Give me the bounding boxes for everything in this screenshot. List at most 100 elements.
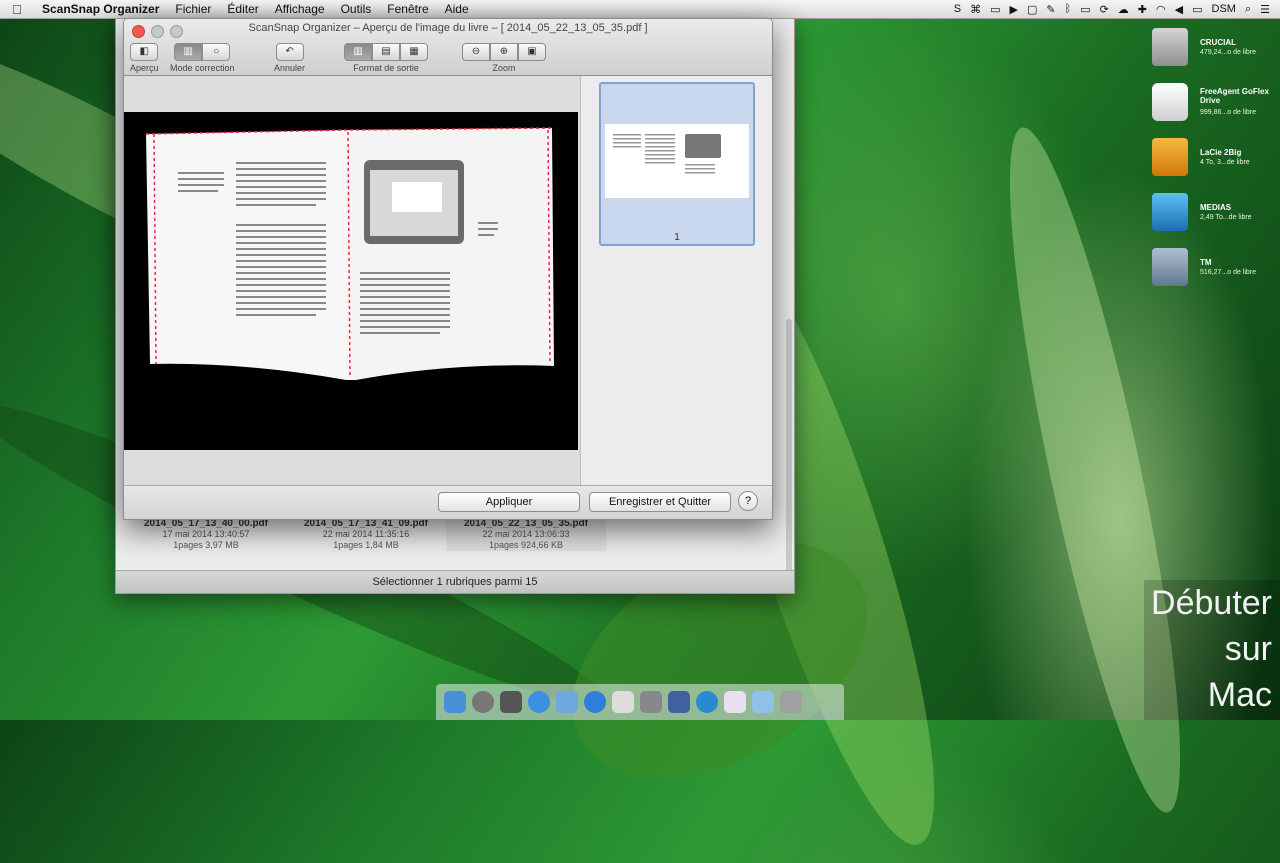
dock xyxy=(436,684,844,720)
drive-name: LaCie 2Big xyxy=(1200,148,1242,157)
watermark-line: sur xyxy=(1224,630,1272,668)
drive-tm[interactable]: TM 516,27...o de libre xyxy=(1148,244,1280,299)
user-name[interactable]: DSM xyxy=(1212,3,1236,15)
cloud-icon[interactable]: ☁ xyxy=(1118,3,1129,16)
format-spread-button[interactable]: ▥ xyxy=(344,43,372,61)
drive-info: 516,27...o de libre xyxy=(1200,269,1257,276)
menu-editer[interactable]: Éditer xyxy=(219,2,266,16)
mail-icon[interactable] xyxy=(556,691,578,713)
folder-icon[interactable] xyxy=(752,691,774,713)
apply-button[interactable]: Appliquer xyxy=(438,492,580,512)
wifi-icon[interactable]: ◠ xyxy=(1156,3,1166,16)
menu-fenetre[interactable]: Fenêtre xyxy=(379,2,436,16)
format-sortie-group: ▥ ▤ ▦ Format de sortie xyxy=(344,43,428,73)
command-icon[interactable]: ⌘ xyxy=(970,3,981,16)
save-and-quit-button[interactable]: Enregistrer et Quitter xyxy=(589,492,731,512)
drive-info: 999,86...o de libre xyxy=(1200,109,1257,116)
page-thumbnail[interactable]: 1 xyxy=(599,82,755,246)
help-button[interactable]: ? xyxy=(738,491,758,511)
screen-icon[interactable]: ▭ xyxy=(990,3,1000,16)
trash-icon[interactable] xyxy=(780,691,802,713)
book-preview-image[interactable] xyxy=(124,112,578,450)
watermark-line: Mac xyxy=(1207,676,1272,714)
watermark: Débuter sur Mac xyxy=(1144,580,1280,720)
scanner-icon[interactable] xyxy=(668,691,690,713)
menu-app[interactable]: ScanSnap Organizer xyxy=(34,2,167,16)
file-item[interactable]: 2014_05_17_13_40_00.pdf 17 mai 2014 13:4… xyxy=(126,516,286,551)
menu-aide[interactable]: Aide xyxy=(437,2,477,16)
scansnap-icon[interactable]: S xyxy=(954,3,961,15)
format-page-button[interactable]: ▤ xyxy=(372,43,400,61)
thumbnail-book-image xyxy=(605,124,749,198)
apple-menu-icon[interactable]:  xyxy=(0,2,34,17)
status-bar: Sélectionner 1 rubriques parmi 15 xyxy=(116,570,794,593)
search-icon[interactable]: ⌕ xyxy=(1245,3,1251,16)
app-store-icon[interactable] xyxy=(584,691,606,713)
finder-icon[interactable] xyxy=(444,691,466,713)
file-date: 22 mai 2014 11:35:16 xyxy=(322,529,410,539)
file-item[interactable]: 2014_05_22_13_05_35.pdf 22 mai 2014 13:0… xyxy=(446,516,606,551)
monitor-icon[interactable]: ▭ xyxy=(1192,3,1202,16)
annuler-group: ↶ Annuler xyxy=(274,43,305,73)
bluetooth-icon[interactable]: ᛒ xyxy=(1065,3,1072,15)
menu-affichage[interactable]: Affichage xyxy=(267,2,333,16)
external-drive-icon xyxy=(1152,138,1188,176)
preview-icon[interactable] xyxy=(612,691,634,713)
menu-outils[interactable]: Outils xyxy=(333,2,380,16)
list-icon[interactable]: ☰ xyxy=(1260,3,1270,16)
launchpad-icon[interactable] xyxy=(472,691,494,713)
sync-icon[interactable]: ⟳ xyxy=(1100,3,1109,16)
tools-icon[interactable]: ✎ xyxy=(1046,3,1055,16)
drive-info: 479,24...o de libre xyxy=(1200,49,1257,56)
desktop-drives: CRUCIAL 479,24...o de libre FreeAgent Go… xyxy=(1148,24,1280,299)
title-bar[interactable]: ScanSnap Organizer – Aperçu de l'image d… xyxy=(124,19,772,76)
window-icon[interactable]: ▢ xyxy=(1027,3,1037,16)
thumbnail-number: 1 xyxy=(674,232,680,243)
zoom-out-icon[interactable]: ⊖ xyxy=(462,43,490,61)
undo-button[interactable]: ↶ xyxy=(275,43,304,61)
drive-medias[interactable]: MEDIAS 2,49 To...de libre xyxy=(1148,189,1280,244)
fit-icon[interactable]: ▣ xyxy=(518,43,546,61)
drive-name: CRUCIAL xyxy=(1200,38,1236,47)
volume-icon[interactable]: ◀ xyxy=(1175,3,1183,16)
zoom-in-icon[interactable]: ⊕ xyxy=(490,43,518,61)
window-title: ScanSnap Organizer – Aperçu de l'image d… xyxy=(248,22,648,34)
scanned-book-image xyxy=(124,112,578,450)
watermark-line: Débuter xyxy=(1151,584,1272,622)
calendar-icon[interactable] xyxy=(724,691,746,713)
apercu-button[interactable]: ◧ xyxy=(130,43,159,61)
system-preferences-icon[interactable] xyxy=(640,691,662,713)
file-info: 1pages 3,97 MB xyxy=(173,540,239,550)
book-mode-button[interactable]: ▥ xyxy=(174,43,203,61)
file-date: 22 mai 2014 13:06:33 xyxy=(482,529,570,539)
finger-mode-button[interactable]: ○ xyxy=(202,43,231,61)
mission-control-icon[interactable] xyxy=(500,691,522,713)
menu-fichier[interactable]: Fichier xyxy=(167,2,219,16)
format-double-button[interactable]: ▦ xyxy=(400,43,428,61)
drive-info: 2,49 To...de libre xyxy=(1200,214,1252,221)
file-info: 1pages 924,66 KB xyxy=(488,540,564,550)
thumbnail-image xyxy=(605,124,749,198)
drive-crucial[interactable]: CRUCIAL 479,24...o de libre xyxy=(1148,24,1280,79)
file-list: 2014_05_17_13_40_00.pdf 17 mai 2014 13:4… xyxy=(126,516,606,551)
time-machine-icon xyxy=(1152,248,1188,286)
status-menus: S ⌘ ▭ ▶ ▢ ✎ ᛒ ▭ ⟳ ☁ ✚ ◠ ◀ ▭ DSM ⌕ ☰ xyxy=(954,0,1280,18)
drive-lacie[interactable]: LaCie 2Big 4 To, 3...de libre xyxy=(1148,134,1280,189)
plus-icon[interactable]: ✚ xyxy=(1138,3,1147,16)
scansnap-icon[interactable] xyxy=(696,691,718,713)
file-item[interactable]: 2014_05_17_13_41_09.pdf 22 mai 2014 11:3… xyxy=(286,516,446,551)
book-preview-window: ScanSnap Organizer – Aperçu de l'image d… xyxy=(123,18,773,520)
display-icon[interactable]: ▭ xyxy=(1080,3,1090,16)
mode-correction-group: ▥ ○ Mode correction xyxy=(170,43,235,73)
mode-correction-label: Mode correction xyxy=(170,63,235,73)
safari-icon[interactable] xyxy=(528,691,550,713)
drive-freeagent[interactable]: FreeAgent GoFlex Drive 999,86...o de lib… xyxy=(1148,79,1280,134)
format-sortie-label: Format de sortie xyxy=(353,63,419,73)
apercu-group: ◧ Aperçu xyxy=(130,43,159,73)
menu-bar:  ScanSnap Organizer Fichier Éditer Affi… xyxy=(0,0,1280,19)
drive-name: FreeAgent GoFlex Drive xyxy=(1200,87,1269,105)
thunderbolt-drive-icon xyxy=(1152,193,1188,231)
zoom-label: Zoom xyxy=(492,63,516,73)
video-icon[interactable]: ▶ xyxy=(1009,3,1017,16)
scrollbar[interactable] xyxy=(786,319,792,579)
